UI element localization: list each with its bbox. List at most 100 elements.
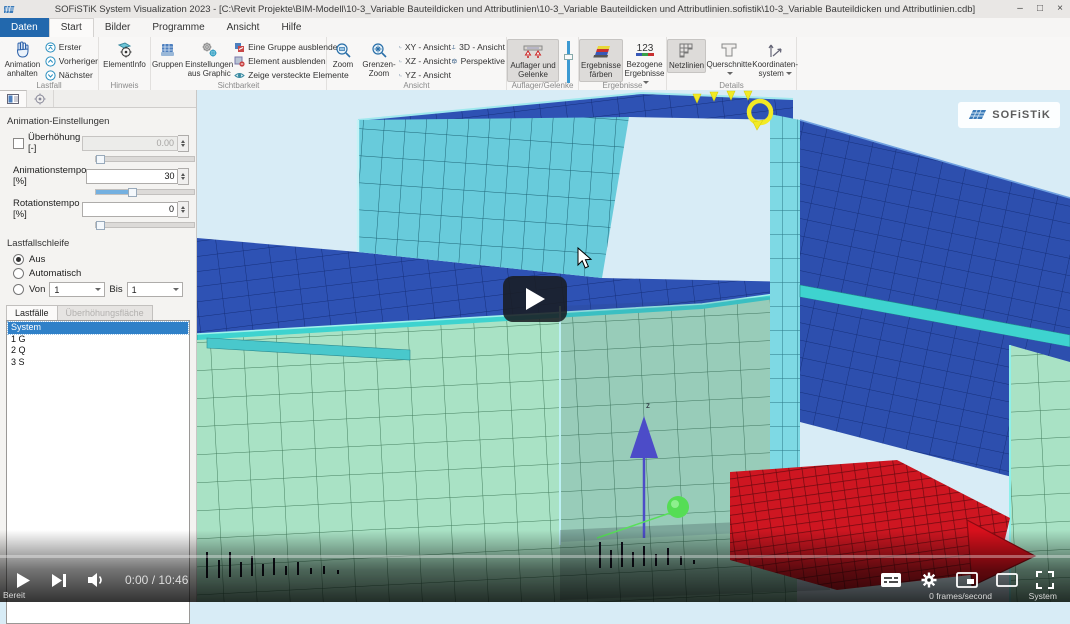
tab-programme[interactable]: Programme xyxy=(141,18,215,37)
close-button[interactable]: × xyxy=(1050,0,1070,18)
auflager-und-gelenke-button[interactable]: Auflager und Gelenke xyxy=(507,39,559,82)
supports-icon xyxy=(522,41,544,61)
animationstempo-slider[interactable] xyxy=(95,189,195,195)
crosshair-icon xyxy=(34,93,46,105)
slider-handle[interactable] xyxy=(96,155,105,164)
ueberhoehung-input[interactable]: 0.00 xyxy=(82,136,178,151)
radio-aus-row[interactable]: Aus xyxy=(13,254,189,265)
next-icon xyxy=(45,70,56,81)
perspektive-button[interactable]: Perspektive xyxy=(451,55,505,67)
volume-button[interactable] xyxy=(87,572,107,588)
fullscreen-icon xyxy=(1036,571,1054,589)
rotationstempo-input[interactable]: 0 xyxy=(82,202,178,217)
aus-radio[interactable] xyxy=(13,254,24,265)
group-label-ansicht: Ansicht xyxy=(327,81,506,90)
group-label-lastfall: Lastfall xyxy=(0,81,98,90)
rotationstempo-spinner[interactable] xyxy=(178,201,189,218)
speaker-icon xyxy=(87,572,107,588)
corner-column-mesh xyxy=(770,114,800,500)
theater-mode-icon xyxy=(996,572,1018,588)
xz-ansicht-button[interactable]: XZ - Ansicht xyxy=(399,55,451,67)
animationstempo-spinner[interactable] xyxy=(178,168,189,185)
bis-dropdown[interactable]: 1 xyxy=(127,282,183,297)
grenzen-zoom-button[interactable]: Grenzen-Zoom xyxy=(359,39,399,80)
ueberhoehung-slider[interactable] xyxy=(95,156,195,162)
3d-ansicht-button[interactable]: 3D - Ansicht xyxy=(451,41,505,53)
ribbon-tab-row: Daten Start Bilder Programme Ansicht Hil… xyxy=(0,18,1070,37)
sofistik-logo: SOFiSTiK xyxy=(958,102,1060,128)
ueberhoehung-checkbox[interactable] xyxy=(13,138,24,149)
slider-track xyxy=(567,41,570,83)
panel-tab-target[interactable] xyxy=(27,90,54,107)
animationstempo-input[interactable]: 30 xyxy=(86,169,178,184)
ueberhoehung-spinner[interactable] xyxy=(178,135,189,152)
group-sichtbarkeit: Gruppen Einstellungen aus Graphic Eine G… xyxy=(151,37,327,90)
maximize-button[interactable]: □ xyxy=(1030,0,1050,18)
hide-group-icon xyxy=(234,42,245,53)
first-icon xyxy=(45,42,56,53)
tab-ansicht[interactable]: Ansicht xyxy=(216,18,271,37)
auflager-size-slider[interactable] xyxy=(563,41,573,83)
list-item[interactable]: 2 Q xyxy=(8,345,188,357)
ansicht-3d-buttons: 3D - Ansicht Perspektive xyxy=(451,39,505,67)
model-viewport[interactable]: z SOFiSTiK xyxy=(197,90,1070,602)
list-item[interactable]: 1 G xyxy=(8,334,188,346)
miniplayer-button[interactable] xyxy=(956,572,978,588)
settings-button[interactable] xyxy=(920,571,938,589)
theater-button[interactable] xyxy=(996,572,1018,588)
group-label-sichtbarkeit: Sichtbarkeit xyxy=(151,81,326,90)
list-item[interactable]: 3 S xyxy=(8,357,188,369)
von-dropdown[interactable]: 1 xyxy=(49,282,105,297)
gruppen-button[interactable]: Gruppen xyxy=(151,39,184,71)
koordinatensystem-button[interactable]: Koordinaten-system xyxy=(752,39,798,80)
ueberhoehung-row: Überhöhung [-] 0.00 xyxy=(13,132,189,154)
animation-anhalten-button[interactable]: Animation anhalten xyxy=(0,39,45,80)
tab-bilder[interactable]: Bilder xyxy=(94,18,142,37)
einstellungen-aus-graphic-button[interactable]: Einstellungen aus Graphic xyxy=(184,39,234,80)
video-play-button[interactable] xyxy=(503,276,567,322)
color-results-icon xyxy=(591,41,611,61)
magnifier-icon xyxy=(335,40,352,60)
layers-icon xyxy=(159,40,177,60)
netzlinien-button[interactable]: Netzlinien xyxy=(667,39,706,73)
video-seekbar[interactable] xyxy=(0,555,1070,558)
vorheriger-button[interactable]: Vorheriger xyxy=(45,55,98,67)
tab-hilfe[interactable]: Hilfe xyxy=(270,18,312,37)
ergebnisse-faerben-button[interactable]: Ergebnisse färben xyxy=(579,39,623,82)
erster-button[interactable]: Erster xyxy=(45,41,98,53)
group-ergebnisse: Ergebnisse färben 123 Bezogene Ergebniss… xyxy=(579,37,667,90)
coordinate-system-icon xyxy=(766,40,784,60)
radio-automatisch-row[interactable]: Automatisch xyxy=(13,268,189,279)
xy-ansicht-button[interactable]: XY - Ansicht xyxy=(399,41,451,53)
play-button[interactable] xyxy=(16,572,31,589)
querschnitte-button[interactable]: Querschnitte xyxy=(706,39,752,80)
player-right-controls xyxy=(871,571,1070,589)
slider-handle[interactable] xyxy=(564,54,573,60)
panel-tab-settings[interactable] xyxy=(0,90,27,107)
app-logo-icon xyxy=(4,3,16,15)
subtitles-button[interactable] xyxy=(880,572,902,588)
axes-3d-icon xyxy=(451,42,456,52)
slider-handle[interactable] xyxy=(96,221,105,230)
zoom-button[interactable]: Zoom xyxy=(327,39,359,71)
minimize-button[interactable]: – xyxy=(1010,0,1030,18)
numeric-results-icon: 123 xyxy=(633,40,657,60)
tab-start[interactable]: Start xyxy=(49,18,94,37)
tab-lastfaelle[interactable]: Lastfälle xyxy=(6,305,58,320)
yz-ansicht-button[interactable]: YZ - Ansicht xyxy=(399,69,451,81)
next-button[interactable] xyxy=(51,573,67,588)
svg-text:z: z xyxy=(646,401,650,410)
automatisch-radio[interactable] xyxy=(13,268,24,279)
fullscreen-button[interactable] xyxy=(1036,571,1054,589)
elementinfo-button[interactable]: ElementInfo xyxy=(101,39,149,71)
rotationstempo-slider[interactable] xyxy=(95,222,195,228)
animationstempo-row: Animationstempo [%] 30 xyxy=(13,165,189,187)
gears-icon xyxy=(199,40,219,60)
tab-daten[interactable]: Daten xyxy=(0,18,49,37)
naechster-button[interactable]: Nächster xyxy=(45,69,98,81)
von-radio[interactable] xyxy=(13,284,24,295)
lastfall-nav-buttons: Erster Vorheriger Nächster xyxy=(45,39,98,81)
group-hinweis: ElementInfo Hinweis xyxy=(99,37,151,90)
slider-handle[interactable] xyxy=(128,188,137,197)
list-item[interactable]: System xyxy=(8,322,188,334)
